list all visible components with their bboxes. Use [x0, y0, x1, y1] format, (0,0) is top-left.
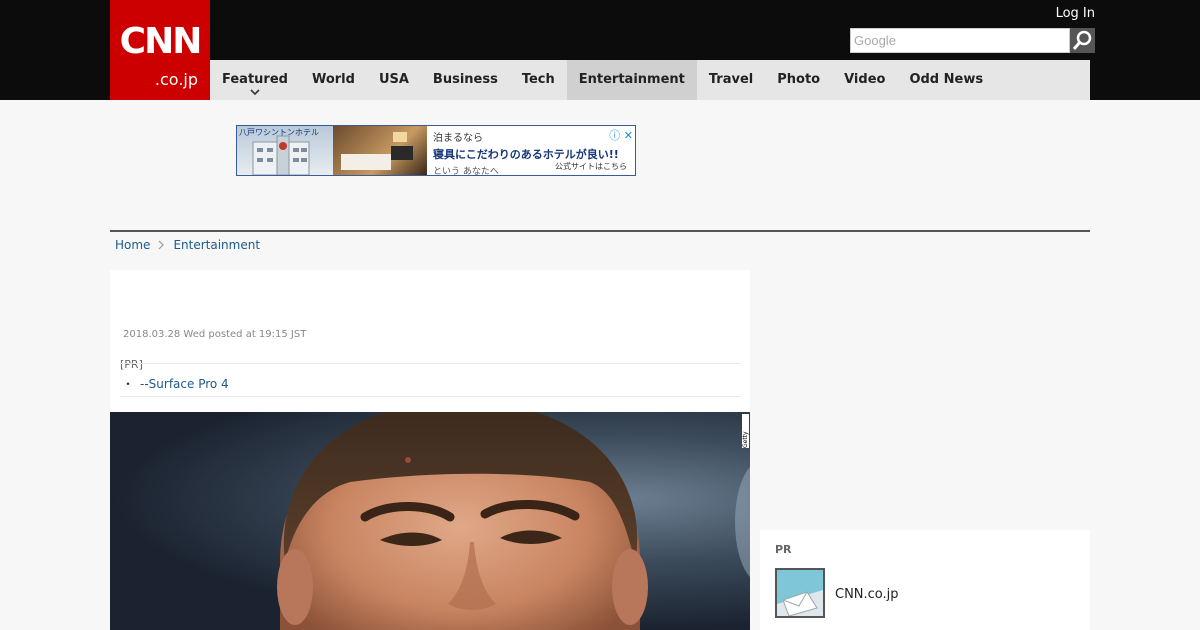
sidebar-pr-box: PR CNN.co.jp — [760, 530, 1090, 630]
nav-item-label: World — [311, 72, 355, 87]
pr-link-text[interactable]: --Surface Pro 4 — [140, 377, 229, 391]
nav-item-world[interactable]: World — [300, 60, 367, 100]
login-link[interactable]: Log In — [1056, 6, 1095, 21]
nav-item-label: Business — [432, 72, 498, 87]
nav-item-label: USA — [378, 72, 409, 87]
sidebar-pr-title: PR — [775, 543, 792, 556]
ad-cta[interactable]: 公式サイトはこちら — [555, 161, 627, 172]
sidebar-pr-name[interactable]: CNN.co.jp — [835, 587, 899, 602]
nav-item-label: Entertainment — [578, 72, 685, 87]
nav-item-odd-news[interactable]: Odd News — [897, 60, 995, 100]
search-button[interactable] — [1070, 28, 1095, 53]
nav-item-travel[interactable]: Travel — [697, 60, 765, 100]
ad-room-image — [333, 126, 427, 175]
logo-text: CNN — [119, 21, 203, 62]
nav-item-entertainment[interactable]: Entertainment — [566, 60, 697, 100]
pr-divider — [120, 363, 740, 364]
nav-item-label: Photo — [777, 72, 821, 87]
cnn-logo[interactable]: CNN .co.jp — [110, 0, 210, 100]
article-hero-photo[interactable]: Getty Images — [110, 412, 750, 630]
ad-choices[interactable]: ⓘ ✕ — [609, 127, 633, 143]
pr-divider — [120, 396, 740, 397]
photo-credit: Getty Images — [742, 414, 750, 448]
ad-line-1: 泊まるなら — [433, 133, 483, 144]
nav-item-label: Odd News — [909, 72, 984, 87]
nav-item-label: Tech — [521, 72, 555, 87]
banner-ad[interactable]: 八戸ワシントンホテル 泊まるなら 寝具にこだわりのあるホテルが良い!! という … — [236, 125, 636, 176]
top-bar: CNN .co.jp Log In Google Featured World … — [0, 0, 1200, 100]
nav-item-video[interactable]: Video — [832, 60, 897, 100]
pr-bullet: ・ — [122, 377, 135, 391]
nav-item-usa[interactable]: USA — [367, 60, 421, 100]
info-icon[interactable]: ⓘ — [609, 129, 620, 142]
nav-item-photo[interactable]: Photo — [765, 60, 832, 100]
section-divider — [110, 230, 1090, 232]
search-icon — [1072, 30, 1092, 50]
logo-domain: .co.jp — [154, 70, 198, 89]
breadcrumb-section[interactable]: Entertainment — [173, 238, 260, 252]
close-icon[interactable]: ✕ — [624, 129, 633, 142]
nav-item-tech[interactable]: Tech — [510, 60, 567, 100]
article-dateline: 2018.03.28 Wed posted at 19:15 JST — [123, 329, 307, 340]
nav-item-label: Featured — [222, 72, 288, 87]
pr-tag: [PR] — [120, 358, 143, 371]
pr-item[interactable]: ・ --Surface Pro 4 — [122, 375, 229, 392]
chevron-right-icon — [159, 240, 165, 250]
nav-item-featured[interactable]: Featured — [210, 60, 300, 100]
sidebar-pr-thumbnail[interactable] — [775, 568, 825, 618]
ad-hotel-image: 八戸ワシントンホテル — [237, 126, 333, 175]
breadcrumb-home[interactable]: Home — [115, 238, 150, 252]
nav-item-label: Video — [844, 72, 886, 87]
envelope-icon — [777, 570, 823, 616]
nav-item-business[interactable]: Business — [421, 60, 510, 100]
chevron-down-icon — [250, 89, 260, 96]
ad-hotel-name: 八戸ワシントンホテル — [239, 128, 319, 137]
athlete-portrait-image — [277, 412, 750, 630]
main-nav: Featured World USA Business Tech Enterta… — [210, 60, 1090, 100]
nav-item-label: Travel — [708, 72, 754, 87]
breadcrumb: Home Entertainment — [115, 238, 260, 252]
search-input[interactable]: Google — [850, 28, 1070, 53]
photo-credit-text: Getty Images — [742, 426, 750, 448]
article-card: 2018.03.28 Wed posted at 19:15 JST [PR] … — [110, 270, 750, 630]
ad-line-2: 寝具にこだわりのあるホテルが良い!! — [433, 148, 619, 161]
